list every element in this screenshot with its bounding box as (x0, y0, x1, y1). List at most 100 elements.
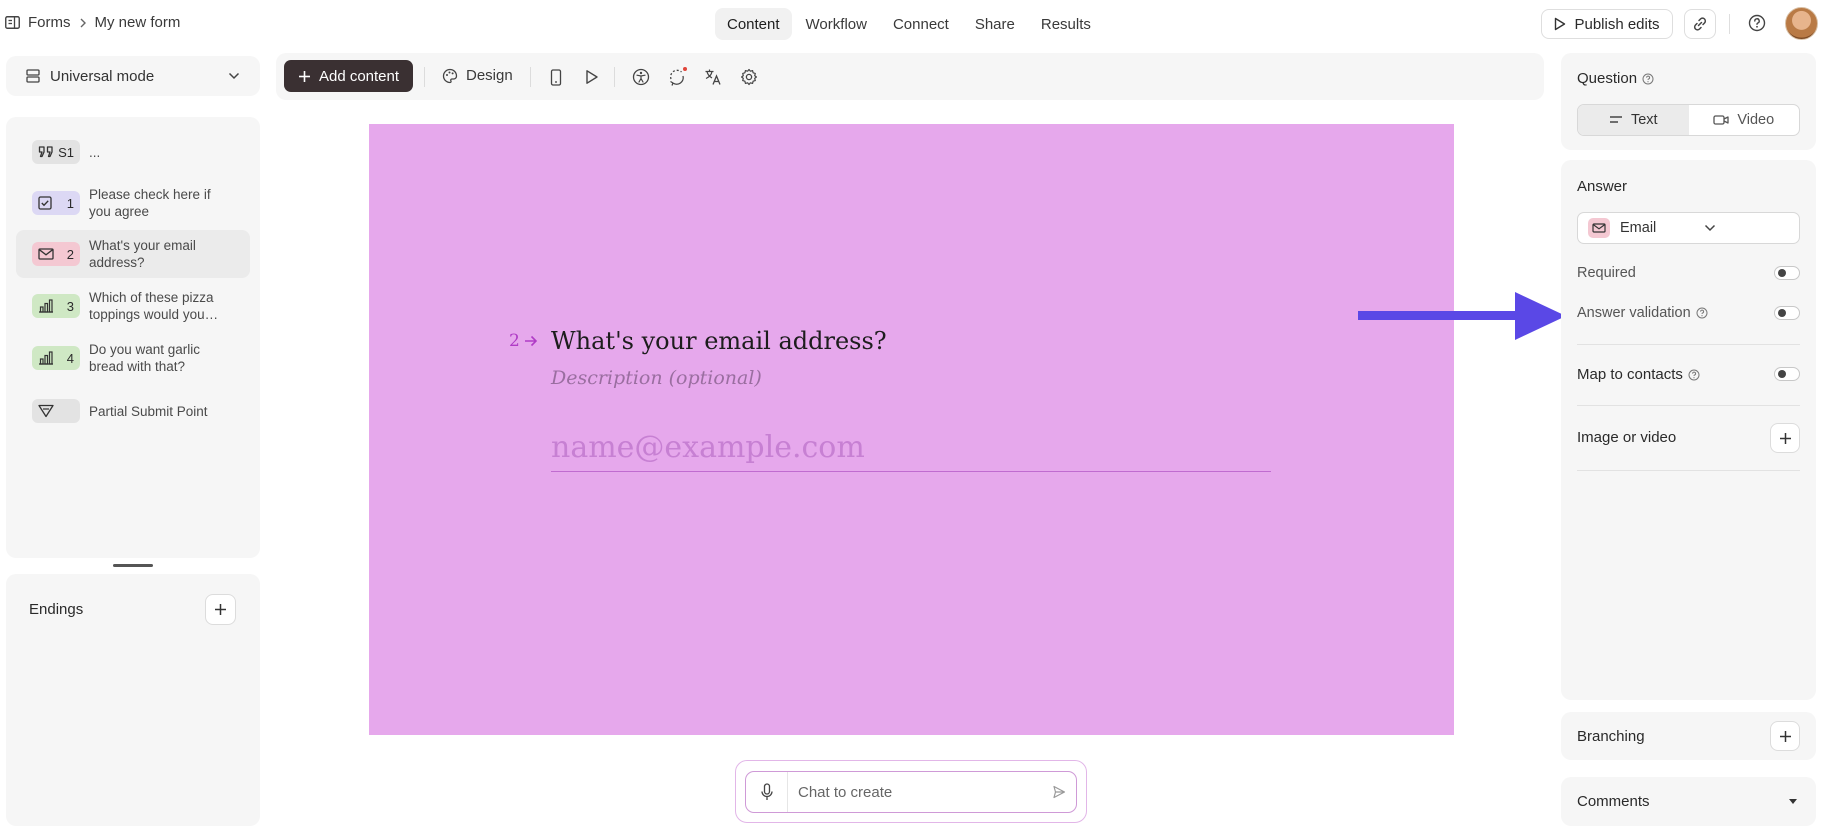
video-camera-icon (1713, 114, 1729, 126)
copy-link-button[interactable] (1684, 9, 1716, 39)
required-toggle[interactable] (1774, 266, 1800, 280)
add-content-label: Add content (318, 67, 400, 85)
help-circle-icon[interactable] (1688, 369, 1700, 381)
question-number: 2 (66, 246, 74, 262)
answer-settings-card: Answer Email Required Answer validation … (1561, 160, 1816, 700)
section-divider (1577, 470, 1800, 471)
add-ending-button[interactable] (205, 594, 236, 625)
add-content-button[interactable]: Add content (284, 60, 413, 92)
text-tab[interactable]: Text (1578, 105, 1689, 135)
question-item-4[interactable]: 4 Do you want garlic bread with that? (16, 334, 250, 382)
question-item-2[interactable]: 2 What's your email address? (16, 230, 250, 278)
top-bar: Forms My new form Content Workflow Conne… (0, 0, 1826, 48)
chevron-down-icon (1704, 224, 1788, 232)
design-button[interactable]: Design (442, 67, 513, 84)
header-divider (1729, 14, 1730, 34)
forms-icon (5, 16, 20, 29)
question-badge: 4 (32, 346, 80, 370)
breadcrumb-root[interactable]: Forms (28, 14, 71, 31)
tab-workflow[interactable]: Workflow (794, 8, 879, 40)
question-text: What's your email address? (89, 238, 196, 270)
breadcrumb: Forms My new form (5, 14, 180, 31)
add-image-video-button[interactable] (1770, 423, 1800, 453)
answer-validation-label: Answer validation (1577, 305, 1691, 321)
quote-icon (38, 145, 54, 159)
palette-icon (442, 68, 458, 84)
mobile-preview-icon[interactable] (546, 67, 566, 87)
question-item-s1[interactable]: S1 ... (16, 128, 250, 176)
checkbox-icon (38, 196, 52, 210)
tab-content[interactable]: Content (715, 8, 792, 40)
preview-play-icon[interactable] (582, 67, 602, 87)
question-item-1[interactable]: 1 Please check here if you agree (16, 179, 250, 227)
chat-input-wrapper (745, 771, 1077, 813)
question-settings-card: Question Text Video (1561, 53, 1816, 150)
question-badge: S1 (32, 140, 80, 164)
email-answer-field[interactable] (551, 424, 1271, 472)
publish-edits-button[interactable]: Publish edits (1541, 9, 1673, 39)
chat-box (735, 760, 1087, 823)
bar-chart-icon (38, 351, 54, 365)
question-badge: 1 (32, 191, 80, 215)
question-text: Please check here if you agree (89, 187, 211, 219)
question-item-partial-submit[interactable]: Partial Submit Point (16, 387, 250, 435)
plus-icon (1779, 432, 1792, 445)
form-preview-canvas: 2 What's your email address? Description… (369, 124, 1454, 735)
question-section-header: Question (1577, 70, 1654, 87)
filter-icon (38, 404, 54, 418)
question-number: 1 (66, 195, 74, 211)
help-icon[interactable] (1748, 14, 1766, 32)
answer-type-select[interactable]: Email (1577, 212, 1800, 244)
accessibility-icon[interactable] (631, 67, 651, 87)
answer-validation-header: Answer validation (1577, 305, 1708, 321)
toolbar-divider (530, 67, 531, 87)
tab-connect[interactable]: Connect (881, 8, 961, 40)
logic-loop-icon[interactable] (667, 67, 687, 87)
microphone-icon[interactable] (746, 772, 788, 812)
publish-edits-label: Publish edits (1574, 15, 1660, 33)
chat-input[interactable] (788, 783, 1042, 801)
answer-validation-toggle[interactable] (1774, 306, 1800, 320)
panel-resize-handle[interactable] (113, 564, 153, 567)
question-item-3[interactable]: 3 Which of these pizza toppings would yo… (16, 282, 250, 330)
help-circle-icon[interactable] (1642, 73, 1654, 85)
avatar[interactable] (1785, 7, 1818, 40)
caret-down-icon[interactable] (1788, 798, 1798, 805)
question-number: 3 (66, 298, 74, 314)
chevron-down-icon (228, 72, 240, 80)
question-description[interactable]: Description (optional) (551, 367, 762, 389)
editor-toolbar: Add content Design (276, 53, 1544, 100)
toolbar-divider (614, 67, 615, 87)
text-lines-icon (1609, 115, 1623, 125)
answer-type-value: Email (1620, 220, 1657, 236)
question-text: ... (89, 144, 101, 160)
tab-share[interactable]: Share (963, 8, 1027, 40)
question-text: Partial Submit Point (89, 403, 208, 419)
design-label: Design (466, 67, 513, 84)
breadcrumb-current[interactable]: My new form (95, 14, 181, 31)
comments-card[interactable]: Comments (1561, 777, 1816, 826)
mode-selector[interactable]: Universal mode (6, 56, 260, 96)
video-tab-label: Video (1737, 112, 1775, 128)
email-icon (38, 248, 54, 260)
tab-results[interactable]: Results (1029, 8, 1103, 40)
link-icon (1692, 16, 1708, 32)
question-title[interactable]: What's your email address? (551, 327, 887, 355)
layers-icon (26, 69, 40, 83)
help-circle-icon[interactable] (1696, 307, 1708, 319)
question-list: S1 ... 1 Please check here if you agree … (6, 117, 260, 558)
settings-gear-icon[interactable] (739, 67, 759, 87)
question-text: Which of these pizza toppings would you… (89, 290, 219, 322)
add-branching-button[interactable] (1770, 721, 1800, 751)
endings-panel: Endings (6, 574, 260, 826)
send-icon[interactable] (1042, 785, 1076, 799)
question-number: S1 (58, 144, 74, 160)
map-contacts-toggle[interactable] (1774, 367, 1800, 381)
translate-icon[interactable] (703, 67, 723, 87)
video-tab[interactable]: Video (1689, 105, 1800, 135)
plus-icon (298, 70, 311, 83)
map-contacts-label: Map to contacts (1577, 366, 1683, 383)
chevron-right-icon (79, 18, 87, 28)
bar-chart-icon (38, 299, 54, 313)
text-tab-label: Text (1630, 112, 1658, 128)
